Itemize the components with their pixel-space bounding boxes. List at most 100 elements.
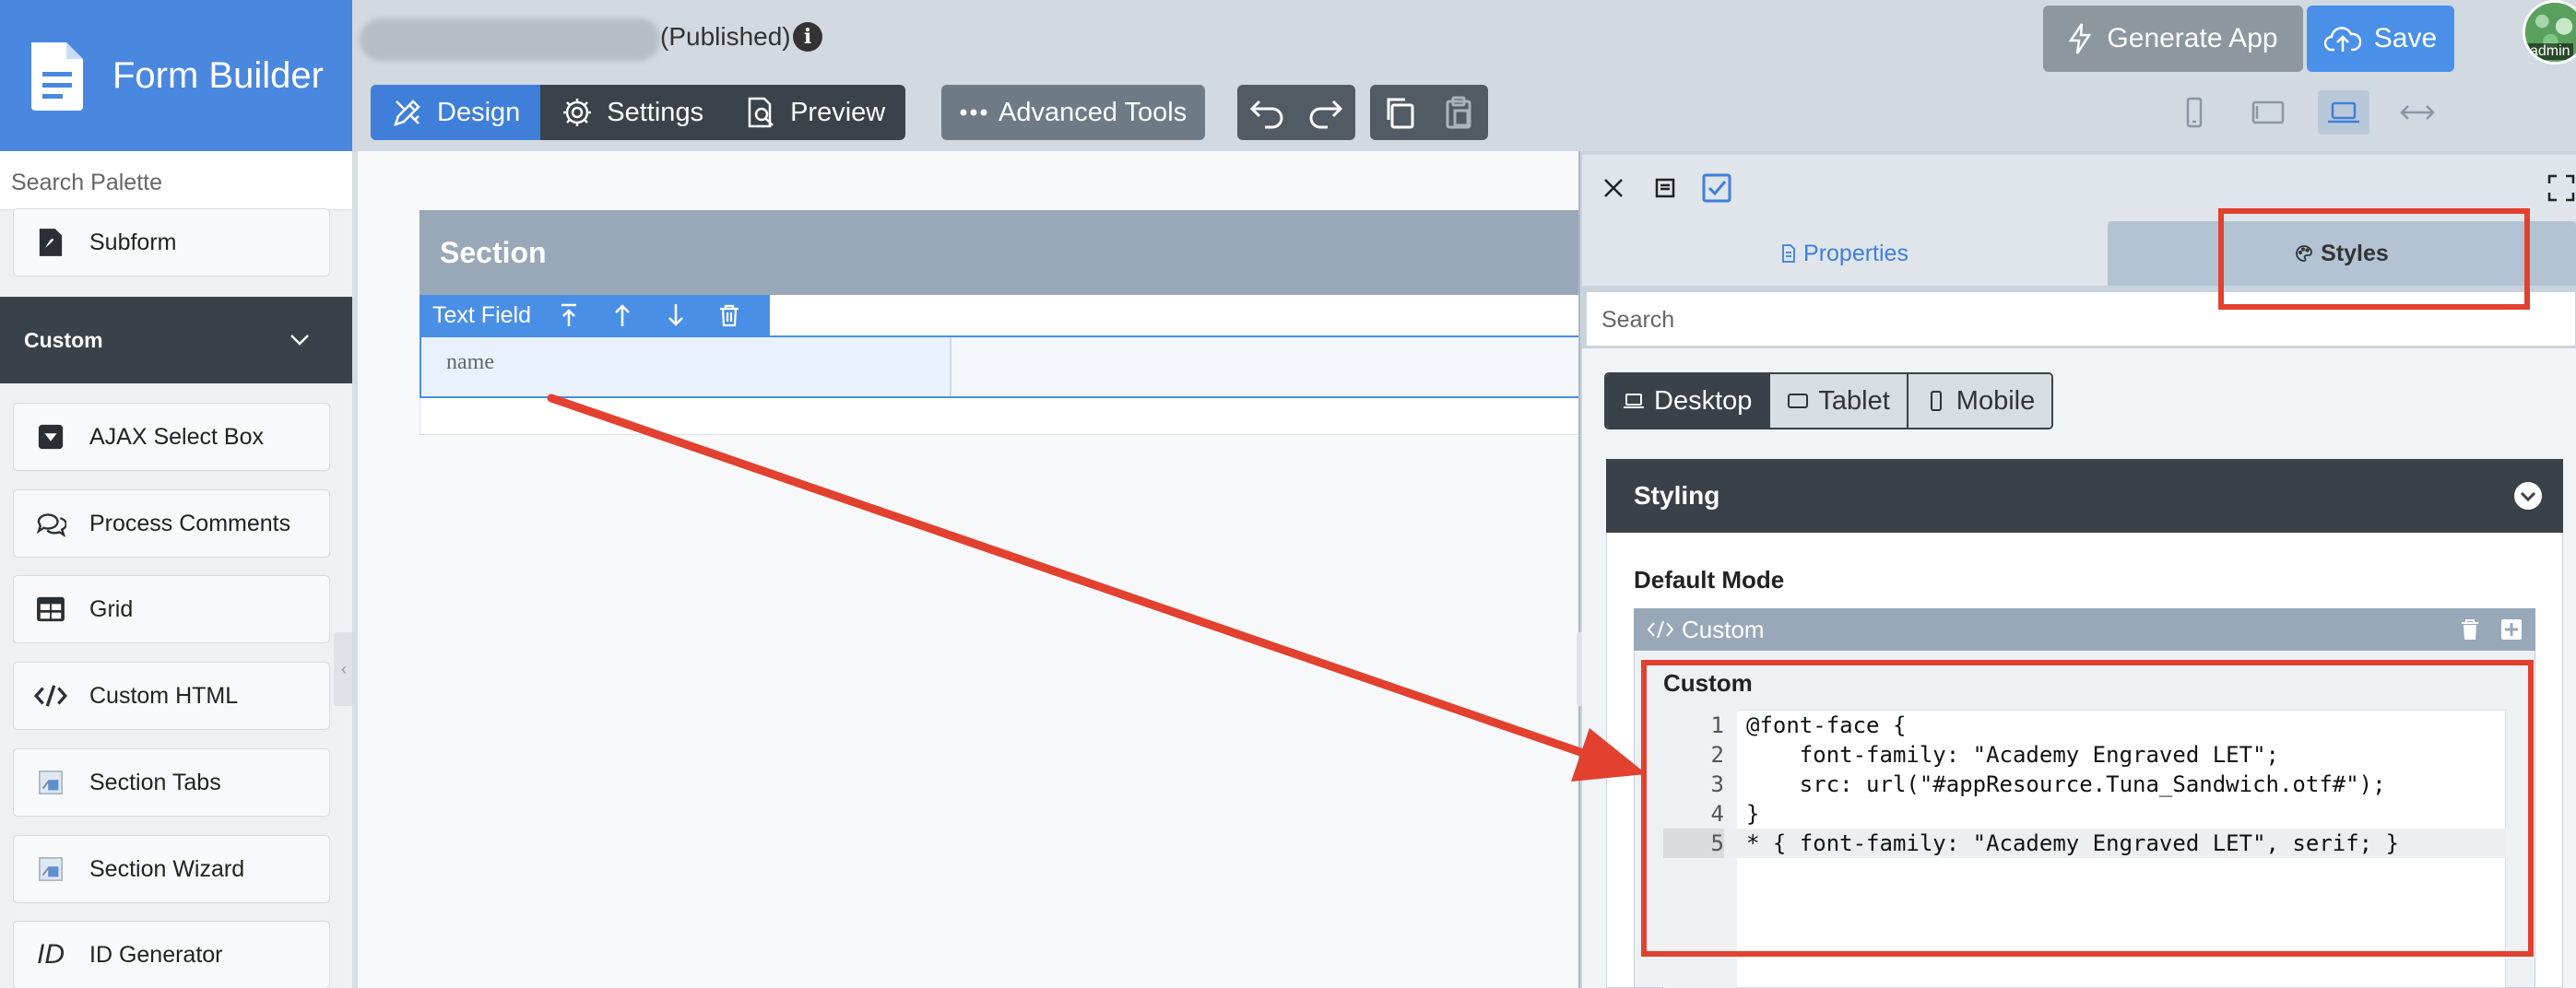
copy-icon — [1387, 98, 1414, 129]
move-down-button[interactable] — [649, 302, 703, 328]
code-icon — [1647, 620, 1674, 639]
palette-search-input[interactable]: Search Palette — [0, 151, 352, 210]
code-icon — [32, 677, 69, 714]
trash-icon[interactable] — [2460, 618, 2480, 641]
section-title: Section — [440, 235, 547, 269]
avatar-label: admin — [2527, 43, 2573, 60]
gear-icon — [563, 99, 592, 126]
design-button[interactable]: Design — [371, 85, 541, 140]
move-up-button[interactable] — [596, 302, 649, 328]
cloud-upload-icon — [2323, 27, 2361, 52]
image-icon — [32, 851, 69, 888]
palette-item-label: ID Generator — [89, 941, 223, 968]
annotation-box-styles-tab — [2218, 208, 2530, 310]
advanced-tools-button[interactable]: Advanced Tools — [941, 85, 1206, 140]
annotation-box-custom-css — [1641, 660, 2534, 957]
styling-title: Styling — [1634, 481, 1720, 510]
device-mobile-button[interactable] — [2168, 90, 2220, 135]
arrow-up-icon — [615, 304, 630, 326]
undo-button[interactable] — [1237, 85, 1296, 140]
palette-item-section-tabs[interactable]: Section Tabs — [13, 748, 330, 817]
comments-icon — [32, 505, 69, 542]
window-mode-button[interactable] — [1647, 170, 1684, 206]
sidebar-resize-handle[interactable]: ‹ — [334, 632, 354, 706]
palette-item-label: AJAX Select Box — [89, 423, 264, 450]
delete-field-button[interactable] — [703, 302, 756, 328]
field-toolbar: Text Field — [419, 295, 770, 335]
palette-item-ajax-select-box[interactable]: AJAX Select Box — [13, 403, 330, 471]
chevron-circle-down-icon — [2514, 482, 2542, 510]
palette-item-label: Custom HTML — [89, 682, 239, 709]
mobile-icon — [2186, 97, 2203, 128]
default-mode-label: Default Mode — [1634, 566, 1785, 594]
brand-title: Form Builder — [112, 54, 324, 96]
info-icon[interactable]: i — [793, 22, 822, 52]
section-header[interactable]: Section — [419, 210, 1586, 295]
palette-item-label: Grid — [89, 595, 134, 622]
tablet-icon — [1788, 394, 1809, 408]
generate-app-label: Generate App — [2107, 23, 2278, 53]
palette-item-subform[interactable]: Subform — [13, 208, 330, 276]
preview-icon — [748, 97, 774, 128]
apply-button[interactable] — [1698, 170, 1735, 206]
publish-status: (Published) — [660, 22, 791, 51]
design-label: Design — [437, 97, 521, 127]
bolt-icon — [2069, 23, 2092, 54]
palette-item-process-comments[interactable]: Process Comments — [13, 489, 330, 558]
move-top-button[interactable] — [542, 302, 596, 328]
palette-category-custom[interactable]: Custom — [0, 297, 352, 383]
design-icon — [394, 100, 420, 126]
device-desktop-button[interactable] — [2318, 90, 2369, 135]
laptop-icon — [2328, 101, 2359, 124]
palette-item-grid[interactable]: Grid — [13, 575, 330, 643]
palette-item-label: Section Tabs — [89, 769, 221, 795]
mode-toggle-group: Design Settings Preview — [371, 85, 906, 140]
paste-button[interactable] — [1429, 85, 1488, 140]
clipboard-group — [1370, 85, 1488, 140]
tab-properties-label: Properties — [1803, 240, 1908, 266]
pdf-file-icon — [32, 224, 69, 261]
redo-icon — [1309, 100, 1343, 129]
tab-tablet-label: Tablet — [1818, 385, 1890, 416]
redo-button[interactable] — [1296, 85, 1355, 140]
tab-tablet[interactable]: Tablet — [1768, 374, 1907, 428]
text-field-input[interactable] — [951, 337, 1586, 396]
fullscreen-icon — [2547, 174, 2575, 202]
settings-label: Settings — [607, 97, 704, 127]
add-square-icon[interactable] — [2500, 618, 2523, 641]
palette-item-label: Subform — [89, 229, 177, 255]
tab-properties[interactable]: Properties — [1582, 221, 2108, 286]
redacted-app-name — [360, 18, 660, 61]
settings-button[interactable]: Settings — [540, 85, 724, 140]
styling-header[interactable]: Styling — [1606, 459, 2563, 533]
checkbox-checked-icon — [1702, 173, 1731, 203]
save-label: Save — [2373, 23, 2438, 53]
document-icon — [31, 42, 83, 111]
preview-label: Preview — [790, 97, 886, 127]
device-tablet-button[interactable] — [2242, 90, 2294, 135]
file-icon — [1782, 244, 1795, 263]
device-full-width-button[interactable] — [2392, 90, 2443, 135]
palette-item-section-wizard[interactable]: Section Wizard — [13, 835, 330, 903]
arrows-horizontal-icon — [2400, 105, 2435, 120]
image-icon — [32, 764, 69, 801]
custom-style-header: Custom — [1634, 608, 2535, 651]
device-tabs: Desktop Tablet Mobile — [1604, 372, 2054, 429]
chevron-down-icon — [290, 335, 309, 346]
copy-button[interactable] — [1370, 85, 1429, 140]
generate-app-button[interactable]: Generate App — [2043, 6, 2303, 72]
close-panel-button[interactable] — [1595, 170, 1632, 206]
palette-item-custom-html[interactable]: Custom HTML — [13, 662, 330, 730]
expand-panel-button[interactable] — [2543, 170, 2576, 206]
field-type-label: Text Field — [432, 301, 531, 328]
palette-item-id-generator[interactable]: ID ID Generator — [13, 921, 330, 988]
arrow-bar-up-icon — [561, 303, 576, 326]
preview-button[interactable]: Preview — [724, 85, 905, 140]
save-button[interactable]: Save — [2307, 6, 2454, 72]
tab-desktop[interactable]: Desktop — [1606, 374, 1769, 428]
grid-icon — [32, 591, 69, 628]
user-avatar[interactable]: admin — [2523, 0, 2576, 65]
tab-mobile[interactable]: Mobile — [1906, 374, 2052, 428]
trash-icon — [719, 304, 739, 327]
dropdown-icon — [32, 418, 69, 455]
